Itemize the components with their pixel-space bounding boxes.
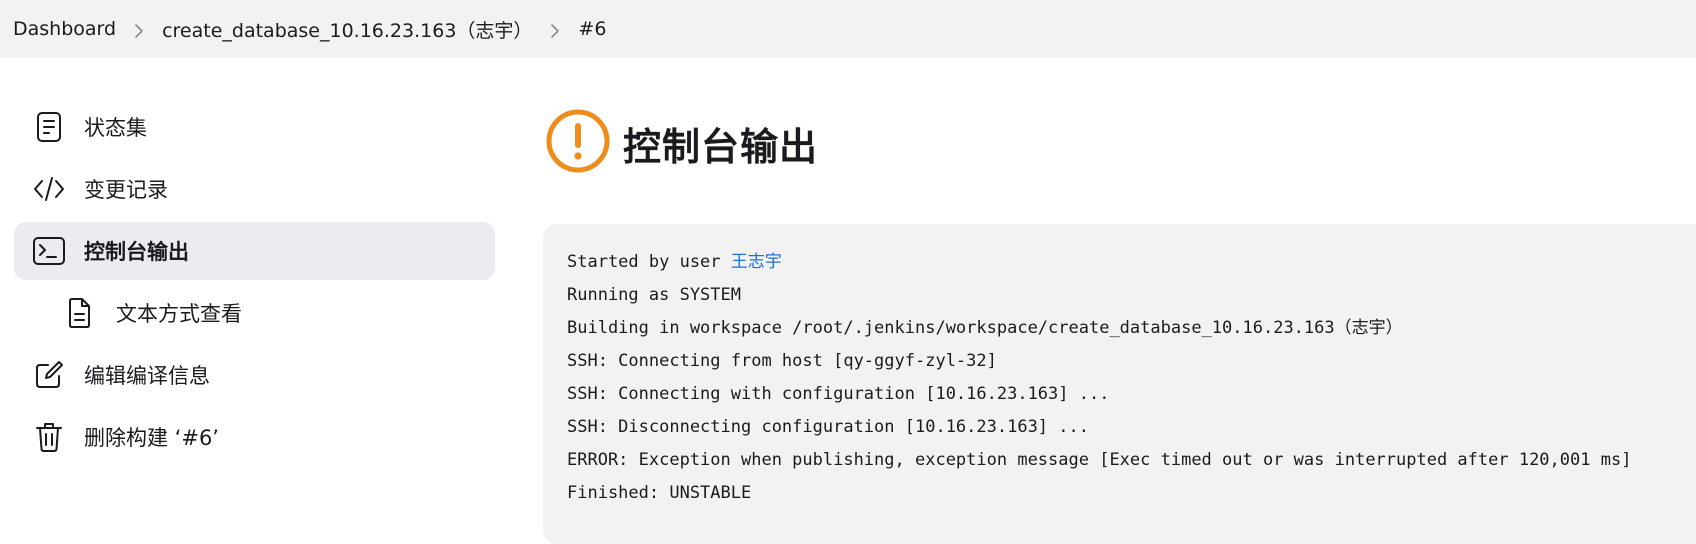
breadcrumb: Dashboard create_database_10.16.23.163（志… [0, 0, 1696, 58]
sidebar-item-label: 控制台输出 [84, 240, 189, 264]
console-text: Started by user [567, 252, 731, 272]
console-output: Started by user 王志宇 Running as SYSTEM Bu… [543, 224, 1696, 544]
edit-icon [32, 358, 66, 392]
code-icon [32, 172, 66, 206]
breadcrumb-job[interactable]: create_database_10.16.23.163（志宇） [162, 16, 532, 43]
warning-icon [545, 108, 623, 178]
console-line: SSH: Disconnecting configuration [10.16.… [567, 417, 1089, 437]
sidebar-item-console-output[interactable]: 控制台输出 [14, 222, 495, 280]
terminal-icon [32, 234, 66, 268]
sidebar-item-label: 状态集 [84, 116, 147, 140]
page-title: 控制台输出 [623, 124, 819, 169]
console-line: Running as SYSTEM [567, 285, 741, 305]
console-line: Building in workspace /root/.jenkins/wor… [567, 318, 1403, 338]
document-icon [32, 110, 66, 144]
console-line: Started by user 王志宇 [567, 246, 1696, 279]
sidebar-item-label: 文本方式查看 [116, 302, 242, 326]
sidebar-item-label: 变更记录 [84, 178, 168, 202]
chevron-right-icon [116, 17, 162, 41]
sidebar-item-label: 删除构建 ‘#6’ [84, 426, 219, 450]
console-line: Finished: UNSTABLE [567, 483, 752, 503]
sidebar-item-changes[interactable]: 变更记录 [14, 160, 495, 218]
sidebar-item-view-as-text[interactable]: 文本方式查看 [14, 284, 495, 342]
sidebar-item-delete-build[interactable]: 删除构建 ‘#6’ [14, 408, 495, 466]
console-line: SSH: Connecting with configuration [10.1… [567, 384, 1110, 404]
sidebar-item-label: 编辑编译信息 [84, 364, 210, 388]
breadcrumb-build[interactable]: #6 [578, 18, 606, 40]
console-line: SSH: Connecting from host [qy-ggyf-zyl-3… [567, 351, 997, 371]
page-header: 控制台输出 [545, 108, 818, 178]
file-text-icon [62, 296, 96, 330]
console-line: ERROR: Exception when publishing, except… [567, 450, 1632, 470]
trash-icon [32, 420, 66, 454]
sidebar-item-edit-build-info[interactable]: 编辑编译信息 [14, 346, 495, 404]
chevron-right-icon [532, 17, 578, 41]
sidebar-item-status[interactable]: 状态集 [14, 98, 495, 156]
user-link[interactable]: 王志宇 [731, 252, 782, 272]
breadcrumb-dashboard[interactable]: Dashboard [13, 18, 116, 40]
